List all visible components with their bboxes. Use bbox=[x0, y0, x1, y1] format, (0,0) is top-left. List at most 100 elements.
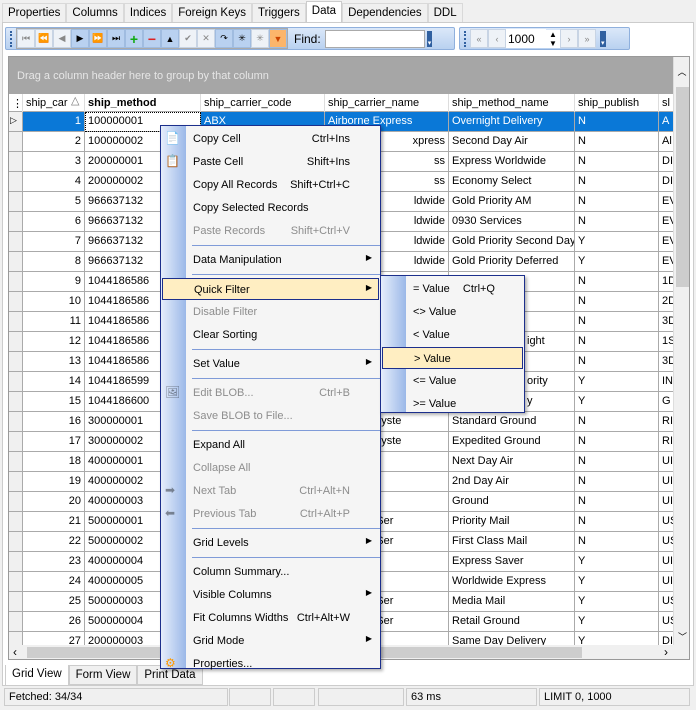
table-cell[interactable]: Next Day Air bbox=[449, 452, 575, 472]
row-indicator[interactable] bbox=[9, 292, 23, 312]
table-cell[interactable]: 26 bbox=[23, 612, 85, 632]
table-cell[interactable]: 18 bbox=[23, 452, 85, 472]
row-indicator[interactable] bbox=[9, 172, 23, 192]
quick-filter-item[interactable]: <> Value bbox=[407, 301, 522, 323]
table-cell[interactable]: 14 bbox=[23, 372, 85, 392]
column-chooser-icon[interactable]: ⋮ bbox=[9, 94, 23, 112]
table-cell[interactable]: Overnight Delivery bbox=[449, 112, 575, 132]
column-header-ship_publish[interactable]: ship_publish bbox=[575, 94, 659, 112]
row-indicator[interactable] bbox=[9, 432, 23, 452]
table-cell[interactable]: 6 bbox=[23, 212, 85, 232]
table-cell[interactable]: Express Worldwide bbox=[449, 152, 575, 172]
menu-item-properties[interactable]: Properties... bbox=[187, 653, 378, 675]
table-cell[interactable]: N bbox=[575, 472, 659, 492]
toolbar-options-icon[interactable]: ▾ bbox=[600, 30, 606, 47]
table-cell[interactable]: 11 bbox=[23, 312, 85, 332]
column-header-ship_carrier_code[interactable]: ship_carrier_code bbox=[201, 94, 325, 112]
table-cell[interactable]: Express Saver bbox=[449, 552, 575, 572]
table-cell[interactable]: N bbox=[575, 412, 659, 432]
table-cell[interactable]: 0930 Services bbox=[449, 212, 575, 232]
column-header-ship_method_name[interactable]: ship_method_name bbox=[449, 94, 575, 112]
table-cell[interactable]: Y bbox=[575, 612, 659, 632]
menu-item-copy-all-records[interactable]: Copy All Records Shift+Ctrl+C bbox=[187, 174, 378, 196]
table-cell[interactable]: Ground bbox=[449, 492, 575, 512]
tab-data[interactable]: Data bbox=[305, 1, 343, 24]
menu-item-clear-sorting[interactable]: Clear Sorting bbox=[187, 324, 378, 346]
table-cell[interactable]: Economy Select bbox=[449, 172, 575, 192]
table-cell[interactable]: N bbox=[575, 112, 659, 132]
table-cell[interactable]: 4 bbox=[23, 172, 85, 192]
menu-item-fit-columns-widths[interactable]: Fit Columns Widths Ctrl+Alt+W bbox=[187, 607, 378, 629]
row-indicator[interactable] bbox=[9, 272, 23, 292]
table-cell[interactable]: N bbox=[575, 352, 659, 372]
tab-indices[interactable]: Indices bbox=[123, 3, 173, 23]
group-by-panel[interactable]: Drag a column header here to group by th… bbox=[9, 57, 673, 94]
table-cell[interactable]: N bbox=[575, 452, 659, 472]
table-cell[interactable]: Priority Mail bbox=[449, 512, 575, 532]
row-indicator[interactable] bbox=[9, 212, 23, 232]
table-cell[interactable]: Worldwide Express bbox=[449, 572, 575, 592]
menu-item-copy-selected-records[interactable]: Copy Selected Records bbox=[187, 197, 378, 219]
table-cell[interactable]: Expedited Ground bbox=[449, 432, 575, 452]
row-indicator[interactable] bbox=[9, 332, 23, 352]
table-cell[interactable]: 22 bbox=[23, 532, 85, 552]
row-indicator[interactable] bbox=[9, 252, 23, 272]
table-cell[interactable]: N bbox=[575, 492, 659, 512]
tab-properties[interactable]: Properties bbox=[2, 3, 67, 23]
tab-columns[interactable]: Columns bbox=[66, 3, 124, 23]
tab-triggers[interactable]: Triggers bbox=[252, 3, 306, 23]
row-indicator[interactable] bbox=[9, 452, 23, 472]
find-input[interactable] bbox=[324, 29, 425, 48]
limit-input[interactable] bbox=[506, 29, 546, 48]
row-indicator[interactable] bbox=[9, 372, 23, 392]
table-cell[interactable]: Media Mail bbox=[449, 592, 575, 612]
scroll-left-icon[interactable]: ‹ bbox=[13, 645, 17, 659]
view-tab-form-view[interactable]: Form View bbox=[68, 665, 138, 685]
table-cell[interactable]: N bbox=[575, 172, 659, 192]
view-tab-grid-view[interactable]: Grid View bbox=[5, 665, 69, 686]
table-cell[interactable]: 1 bbox=[23, 112, 85, 132]
row-indicator[interactable] bbox=[9, 572, 23, 592]
table-cell[interactable]: N bbox=[575, 152, 659, 172]
table-cell[interactable]: 10 bbox=[23, 292, 85, 312]
table-cell[interactable]: 16 bbox=[23, 412, 85, 432]
table-cell[interactable]: N bbox=[575, 212, 659, 232]
menu-item-copy-cell[interactable]: Copy Cell Ctrl+Ins bbox=[187, 128, 378, 150]
row-indicator[interactable] bbox=[9, 512, 23, 532]
table-cell[interactable]: 12 bbox=[23, 332, 85, 352]
menu-item-set-value[interactable]: Set Value ▶ bbox=[187, 353, 378, 375]
table-cell[interactable]: Retail Ground bbox=[449, 612, 575, 632]
table-cell[interactable]: 19 bbox=[23, 472, 85, 492]
vertical-scrollbar[interactable]: ︿ ﹀ bbox=[673, 57, 689, 645]
row-indicator[interactable] bbox=[9, 532, 23, 552]
table-cell[interactable]: 23 bbox=[23, 552, 85, 572]
table-cell[interactable]: N bbox=[575, 432, 659, 452]
row-indicator[interactable] bbox=[9, 152, 23, 172]
table-cell[interactable]: 13 bbox=[23, 352, 85, 372]
column-header-ship_method[interactable]: ship_method bbox=[85, 94, 201, 112]
table-cell[interactable]: Second Day Air bbox=[449, 132, 575, 152]
row-indicator[interactable] bbox=[9, 232, 23, 252]
next-page-button[interactable]: ⏩ bbox=[89, 29, 107, 48]
scrollbar-thumb[interactable] bbox=[676, 87, 689, 287]
row-indicator[interactable] bbox=[9, 192, 23, 212]
table-cell[interactable]: 9 bbox=[23, 272, 85, 292]
table-cell[interactable]: 15 bbox=[23, 392, 85, 412]
tab-ddl[interactable]: DDL bbox=[427, 3, 463, 23]
delete-record-button[interactable]: − bbox=[143, 29, 161, 48]
table-cell[interactable]: 17 bbox=[23, 432, 85, 452]
table-cell[interactable]: 25 bbox=[23, 592, 85, 612]
menu-item-grid-mode[interactable]: Grid Mode ▶ bbox=[187, 630, 378, 652]
table-cell[interactable]: Y bbox=[575, 392, 659, 412]
row-indicator[interactable] bbox=[9, 552, 23, 572]
table-cell[interactable]: 2nd Day Air bbox=[449, 472, 575, 492]
menu-item-column-summary[interactable]: Column Summary... bbox=[187, 561, 378, 583]
tab-foreign-keys[interactable]: Foreign Keys bbox=[172, 3, 253, 23]
refresh-button[interactable]: ↷ bbox=[215, 29, 233, 48]
quick-filter-item[interactable]: > Value bbox=[382, 347, 523, 369]
table-cell[interactable]: 24 bbox=[23, 572, 85, 592]
insert-record-button[interactable]: + bbox=[125, 29, 143, 48]
table-cell[interactable]: N bbox=[575, 532, 659, 552]
last-record-button[interactable]: ⏭ bbox=[107, 29, 125, 48]
bookmark-button[interactable]: ✳ bbox=[233, 29, 251, 48]
